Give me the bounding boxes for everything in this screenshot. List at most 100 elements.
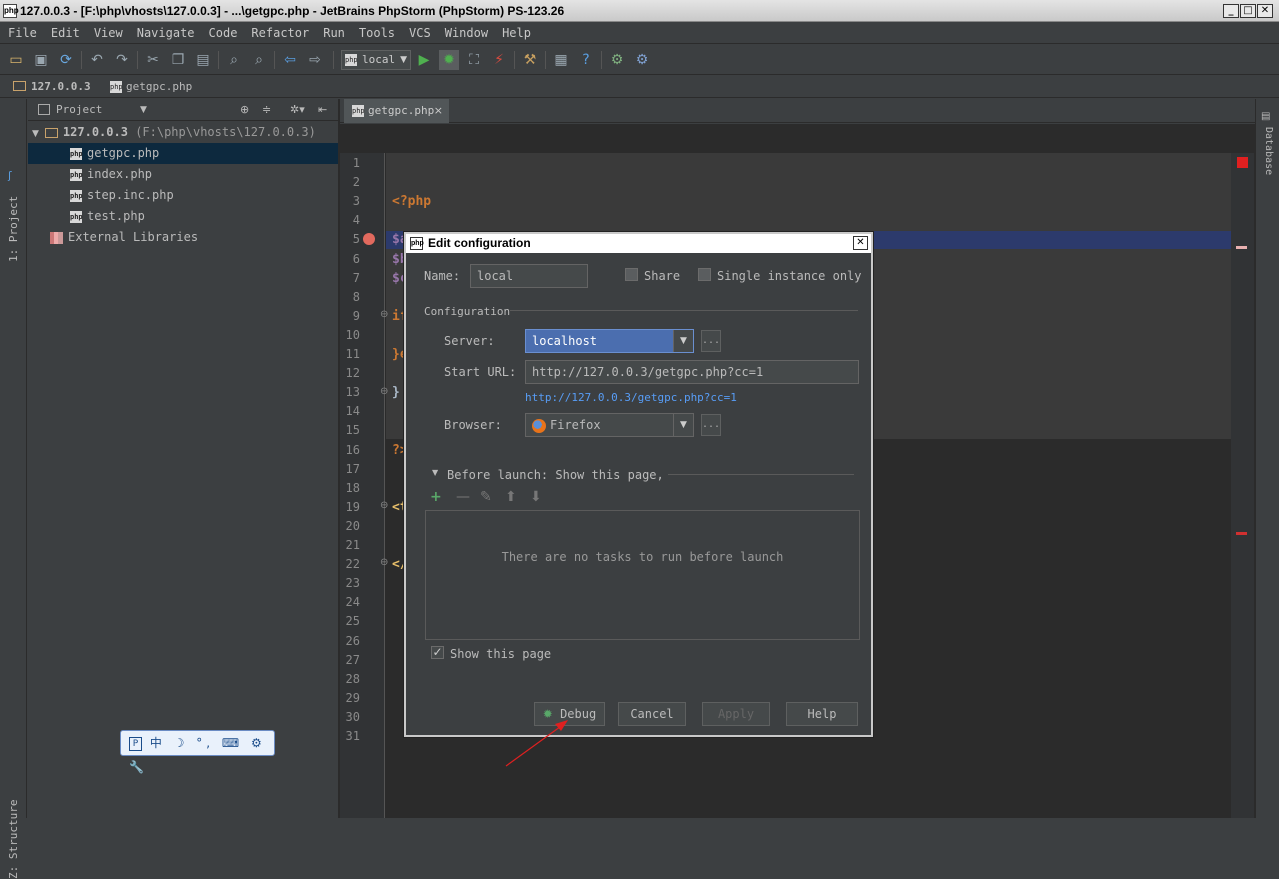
menu-code[interactable]: Code [201, 23, 244, 43]
coverage-icon[interactable]: ⛶ [464, 50, 484, 70]
line-number: 13 [345, 385, 360, 400]
close-window-button[interactable]: ✕ [1257, 4, 1273, 18]
fold-icon[interactable]: ⊖ [380, 500, 388, 511]
single-instance-checkbox[interactable] [698, 268, 711, 281]
edit-task-icon[interactable]: ✎ [480, 489, 492, 505]
tree-external-libraries[interactable]: External Libraries [28, 227, 338, 248]
start-url-field[interactable]: http://127.0.0.3/getgpc.php?cc=1 [525, 360, 859, 384]
project-view-select[interactable]: Project [56, 99, 102, 121]
menu-refactor[interactable]: Refactor [243, 23, 315, 43]
tab-getgpc[interactable]: php getgpc.php × [344, 99, 449, 123]
cut-icon[interactable]: ✂ [143, 50, 163, 70]
structure-tool-tab[interactable]: Z: Structure [7, 800, 20, 879]
breakpoint-icon[interactable] [363, 233, 375, 245]
browser-browse-button[interactable]: ... [701, 414, 721, 436]
before-launch-label[interactable]: Before launch: Show this page, [447, 468, 664, 482]
close-icon[interactable]: ✕ [853, 236, 868, 250]
line-number: 22 [345, 557, 360, 572]
tree-file-label: test.php [87, 209, 145, 223]
menu-vcs[interactable]: VCS [401, 23, 437, 43]
start-url-link[interactable]: http://127.0.0.3/getgpc.php?cc=1 [525, 391, 737, 404]
menu-edit[interactable]: Edit [43, 23, 86, 43]
undo-icon[interactable]: ↶ [87, 50, 107, 70]
collapse-icon[interactable]: ≑ [262, 99, 271, 121]
stop-icon[interactable]: ⚡ [489, 50, 509, 70]
plugin2-icon[interactable]: ⚙ [632, 50, 652, 70]
add-task-icon[interactable]: + [430, 489, 442, 505]
debug-button[interactable]: ✹ Debug [534, 702, 605, 726]
project-tool-tab[interactable]: 1: Project [7, 196, 20, 262]
plugin-icon[interactable]: ⚙ [607, 50, 627, 70]
menu-file[interactable]: File [0, 23, 43, 43]
server-value: localhost [532, 334, 598, 348]
gear-icon[interactable]: ✲▾ [290, 99, 305, 121]
debug-bug-icon: ✹ [542, 707, 553, 721]
before-launch-task-list[interactable]: There are no tasks to run before launch [425, 510, 860, 640]
tree-file-index[interactable]: php index.php [28, 164, 338, 185]
fold-icon[interactable]: ⊖ [380, 557, 388, 568]
menu-view[interactable]: View [86, 23, 129, 43]
menu-navigate[interactable]: Navigate [129, 23, 201, 43]
paste-icon[interactable]: ▤ [193, 50, 213, 70]
chevron-down-icon: ▼ [400, 55, 407, 65]
menu-window[interactable]: Window [437, 23, 494, 43]
editor-scrollbar[interactable] [1231, 153, 1254, 818]
ime-toolbar[interactable]: P 中 ☽ °, ⌨ ⚙ 🔧 [120, 730, 275, 774]
debug-icon[interactable]: ✹ [439, 50, 459, 70]
tree-file-test[interactable]: php test.php [28, 206, 338, 227]
share-checkbox[interactable] [625, 268, 638, 281]
browser-select[interactable]: Firefox ▼ [525, 413, 694, 437]
breadcrumb-project[interactable]: 127.0.0.3 [31, 76, 91, 97]
settings-icon[interactable]: ⚒ [520, 50, 540, 70]
expand-arrow-icon[interactable]: ▼ [32, 129, 39, 139]
name-field[interactable]: local [470, 264, 588, 288]
fold-icon[interactable]: ⊖ [380, 309, 388, 320]
scroll-mark[interactable] [1236, 532, 1247, 535]
hide-panel-icon[interactable]: ⇤ [318, 99, 327, 121]
help-icon[interactable]: ? [576, 50, 596, 70]
line-number: 7 [352, 270, 360, 285]
server-browse-button[interactable]: ... [701, 330, 721, 352]
locate-icon[interactable]: ⊕ [240, 99, 249, 121]
scroll-mark[interactable] [1236, 246, 1247, 249]
open-icon[interactable]: ▭ [6, 50, 26, 70]
save-icon[interactable]: ▣ [31, 50, 51, 70]
replace-icon[interactable]: ⌕ [249, 50, 269, 70]
help-button[interactable]: Help [786, 702, 858, 726]
phpstorm-app-icon: php [3, 4, 19, 18]
php-file-icon: php [352, 105, 365, 117]
cancel-button[interactable]: Cancel [618, 702, 686, 726]
structure-icon[interactable]: ▦ [551, 50, 571, 70]
browser-label: Browser: [444, 418, 502, 432]
server-select[interactable]: localhost ▼ [525, 329, 694, 353]
show-page-checkbox[interactable]: ✓ [431, 646, 444, 659]
menu-tools[interactable]: Tools [351, 23, 401, 43]
redo-icon[interactable]: ↷ [112, 50, 132, 70]
maximize-button[interactable]: □ [1240, 4, 1256, 18]
single-instance-label: Single instance only [717, 269, 862, 283]
database-tool-tab[interactable]: Database [1263, 127, 1274, 175]
minimize-button[interactable]: _ [1223, 4, 1239, 18]
copy-icon[interactable]: ❐ [168, 50, 188, 70]
run-config-select[interactable]: php local ▼ [341, 50, 411, 70]
tree-external-label: External Libraries [68, 230, 199, 244]
menu-run[interactable]: Run [315, 23, 351, 43]
fold-icon[interactable]: ⊖ [380, 386, 388, 397]
collapse-arrow-icon[interactable]: ▼ [432, 468, 438, 477]
tree-file-step-inc[interactable]: php step.inc.php [28, 185, 338, 206]
move-up-icon[interactable]: ⬆ [505, 489, 517, 505]
sync-icon[interactable]: ⟳ [56, 50, 76, 70]
move-down-icon[interactable]: ⬇ [530, 489, 542, 505]
tree-root[interactable]: ▼ 127.0.0.3 (F:\php\vhosts\127.0.0.3) [28, 122, 338, 143]
run-icon[interactable]: ▶ [414, 50, 434, 70]
remove-task-icon[interactable]: — [456, 489, 470, 505]
menu-help[interactable]: Help [494, 23, 537, 43]
tab-close-icon[interactable]: × [434, 99, 443, 123]
back-icon[interactable]: ⇦ [280, 50, 300, 70]
chevron-down-icon[interactable]: ▼ [140, 99, 147, 121]
tree-file-getgpc[interactable]: php getgpc.php [28, 143, 338, 164]
forward-icon[interactable]: ⇨ [305, 50, 325, 70]
find-icon[interactable]: ⌕ [224, 50, 244, 70]
breadcrumb-file[interactable]: getgpc.php [126, 76, 192, 97]
apply-button[interactable]: Apply [702, 702, 770, 726]
